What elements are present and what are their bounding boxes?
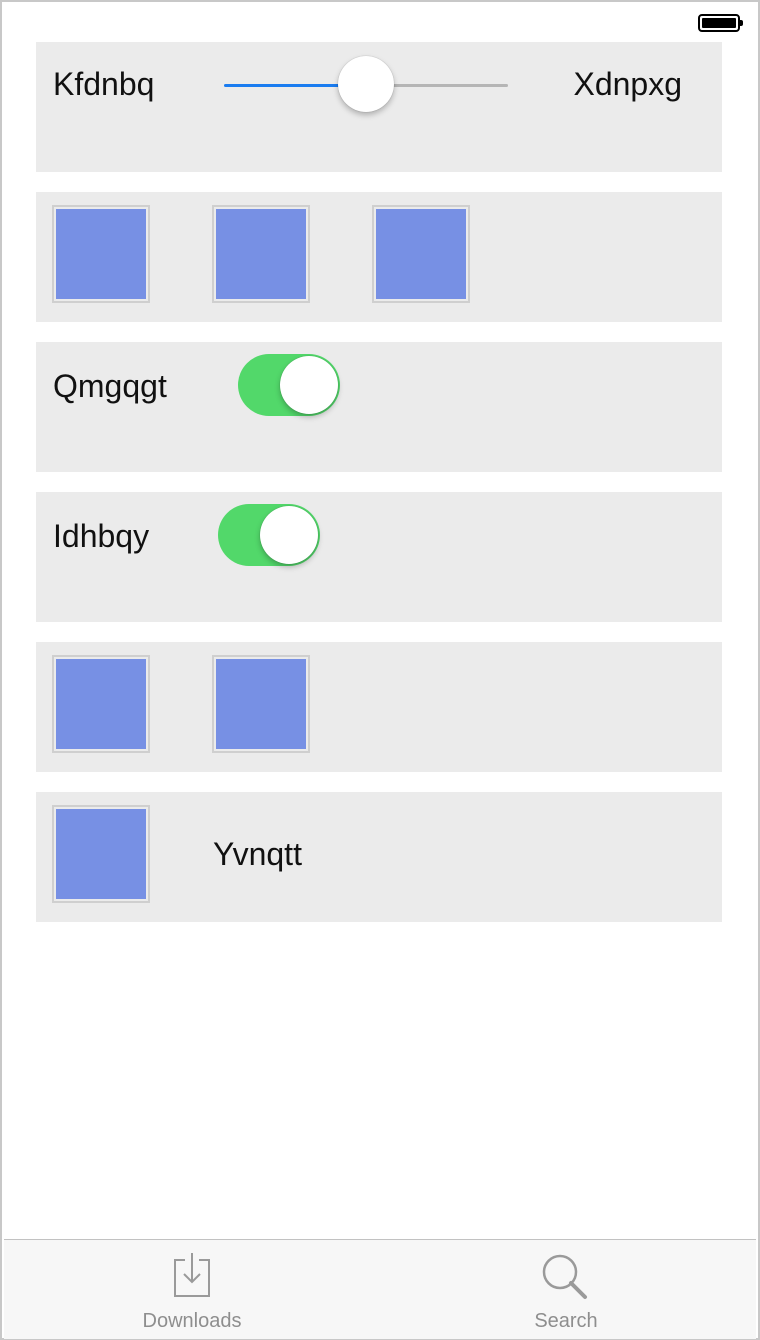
slider-thumb[interactable] <box>338 56 394 112</box>
tab-search[interactable]: Search <box>466 1240 666 1339</box>
image-placeholder <box>376 209 466 299</box>
tile-row-2 <box>36 642 722 772</box>
toggle-knob <box>280 356 338 414</box>
image-placeholder <box>56 659 146 749</box>
toggle-label: Qmgqgt <box>53 368 167 404</box>
image-placeholder <box>56 809 146 899</box>
toggle-row-idhbqy: Idhbqy <box>36 492 722 622</box>
app-screen: Kfdnbq Xdnpxg Qmgqgt Idhbqy Yvnqtt Downl… <box>0 0 760 1340</box>
image-tile[interactable] <box>212 655 310 753</box>
download-tray-icon <box>172 1250 212 1303</box>
tab-search-label: Search <box>534 1310 598 1332</box>
row-label: Yvnqtt <box>213 836 302 872</box>
tab-bar: Downloads Search <box>4 1239 756 1339</box>
image-tile[interactable] <box>52 655 150 753</box>
slider-left-label: Kfdnbq <box>53 66 155 102</box>
toggle-switch[interactable] <box>238 354 340 416</box>
tab-downloads-label: Downloads <box>142 1310 242 1332</box>
image-placeholder <box>56 209 146 299</box>
toggle-row-qmgqgt: Qmgqgt <box>36 342 722 472</box>
image-tile[interactable] <box>372 205 470 303</box>
image-placeholder <box>216 659 306 749</box>
toggle-label: Idhbqy <box>53 518 150 554</box>
tile-row-1 <box>36 192 722 322</box>
slider-right-label: Xdnpxg <box>573 66 682 102</box>
image-placeholder <box>216 209 306 299</box>
slider-row: Kfdnbq Xdnpxg <box>36 42 722 172</box>
image-tile[interactable] <box>212 205 310 303</box>
toggle-knob <box>260 506 318 564</box>
tab-downloads[interactable]: Downloads <box>92 1240 292 1339</box>
slider[interactable] <box>224 56 508 112</box>
magnifying-glass-icon <box>538 1250 594 1307</box>
toggle-switch[interactable] <box>218 504 320 566</box>
image-label-row: Yvnqtt <box>36 792 722 922</box>
battery-icon <box>698 14 743 32</box>
battery-level <box>702 18 736 28</box>
image-tile[interactable] <box>52 205 150 303</box>
image-tile[interactable] <box>52 805 150 903</box>
